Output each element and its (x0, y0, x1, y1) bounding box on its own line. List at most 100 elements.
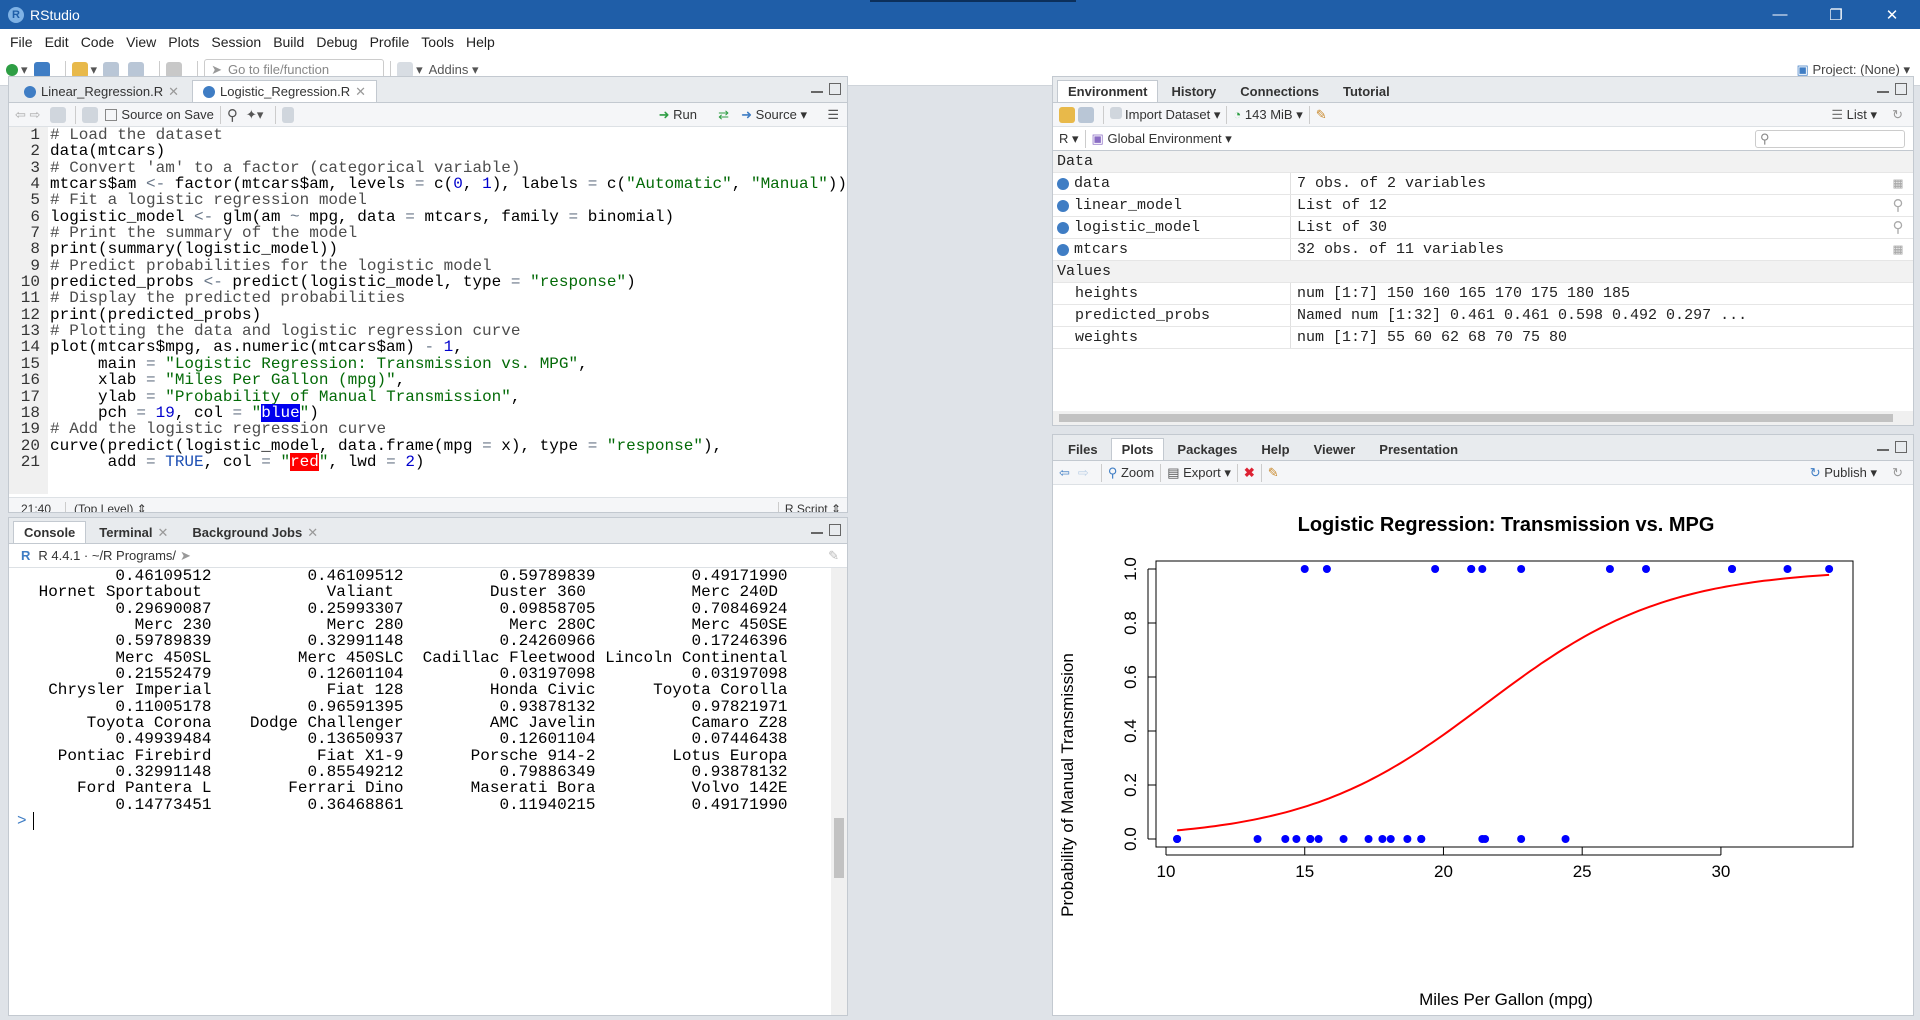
code-lines[interactable]: # Load the dataset data(mtcars) # Convert … (48, 127, 847, 494)
tab-linear-regression[interactable]: Linear_Regression.R ✕ (13, 80, 190, 102)
close-tab-icon[interactable]: ✕ (158, 525, 169, 541)
next-plot-icon[interactable]: ⇨ (1078, 465, 1089, 481)
tab-tutorial[interactable]: Tutorial (1332, 80, 1401, 102)
language-selector[interactable]: R ▾ (1059, 131, 1079, 147)
tab-presentation[interactable]: Presentation (1368, 438, 1469, 460)
expand-icon[interactable] (1057, 199, 1069, 212)
memory-usage-button[interactable]: ◔ 143 MiB ▾ (1233, 107, 1302, 123)
clear-console-icon[interactable]: ✎ (828, 548, 839, 564)
menu-help[interactable]: Help (460, 34, 501, 50)
scope-selector[interactable]: ▣ Global Environment ▾ (1092, 131, 1232, 147)
save-workspace-icon[interactable] (1078, 106, 1094, 123)
filetype-selector[interactable]: R Script ⇕ (777, 501, 841, 512)
console-prompt[interactable]: > (17, 812, 27, 830)
maximize-pane-button[interactable] (829, 83, 841, 95)
outline-icon[interactable]: ☰ (827, 107, 839, 123)
publish-button[interactable]: ↻ Publish ▾ (1810, 465, 1877, 481)
tab-history[interactable]: History (1160, 80, 1227, 102)
console-scrollbar[interactable] (831, 568, 847, 1015)
menu-debug[interactable]: Debug (310, 34, 363, 50)
scroll-thumb[interactable] (834, 818, 844, 878)
tab-viewer[interactable]: Viewer (1303, 438, 1367, 460)
zoom-button[interactable]: ⚲ Zoom (1108, 465, 1154, 481)
scope-selector[interactable]: (Top Level) ⇕ (65, 501, 147, 512)
remove-plot-icon[interactable]: ✖ (1244, 465, 1255, 481)
console-input-line[interactable]: > (17, 812, 829, 831)
notebook-icon[interactable] (282, 106, 295, 123)
broom-icon[interactable]: ✎ (1316, 107, 1327, 123)
code-line[interactable]: xlab = "Miles Per Gallon (mpg)", (50, 372, 847, 389)
environment-row[interactable]: data 7 obs. of 2 variables ▦ (1053, 173, 1913, 195)
code-line[interactable]: print(predicted_probs) (50, 306, 847, 323)
view-table-icon[interactable]: ▦ (1883, 174, 1913, 193)
view-mode-selector[interactable]: ☰ List ▾ (1831, 107, 1877, 123)
code-line[interactable]: plot(mtcars$mpg, as.numeric(mtcars$am) -… (50, 339, 847, 356)
environment-row[interactable]: linear_model List of 12 ⚲ (1053, 195, 1913, 217)
tab-packages[interactable]: Packages (1166, 438, 1248, 460)
menu-plots[interactable]: Plots (162, 34, 205, 50)
code-line[interactable]: data(mtcars) (50, 143, 847, 160)
source-button[interactable]: ➜ Source ▾ (741, 107, 807, 123)
environment-row[interactable]: heights num [1:7] 150 160 165 170 175 180… (1053, 283, 1913, 305)
tab-help[interactable]: Help (1250, 438, 1300, 460)
minimize-button[interactable]: — (1752, 0, 1808, 29)
code-line[interactable]: print(summary(logistic_model)) (50, 241, 847, 258)
code-line[interactable]: ylab = "Probability of Manual Transmissi… (50, 388, 847, 405)
save-icon[interactable] (82, 106, 99, 123)
run-button[interactable]: ➜ Run (659, 107, 697, 123)
menu-profile[interactable]: Profile (364, 34, 416, 50)
menu-build[interactable]: Build (267, 34, 310, 50)
go-to-directory-icon[interactable]: ➤ (180, 548, 191, 564)
tab-background-jobs[interactable]: Background Jobs ✕ (181, 521, 329, 543)
close-tab-icon[interactable]: ✕ (355, 84, 366, 100)
source-on-save-checkbox[interactable] (105, 108, 118, 121)
import-dataset-button[interactable]: Import Dataset ▾ (1110, 106, 1220, 123)
menu-edit[interactable]: Edit (39, 34, 75, 50)
menu-session[interactable]: Session (205, 34, 267, 50)
tab-console[interactable]: Console (13, 521, 87, 543)
menu-view[interactable]: View (120, 34, 162, 50)
tab-files[interactable]: Files (1057, 438, 1109, 460)
expand-icon[interactable] (1057, 221, 1069, 234)
environment-row[interactable]: logistic_model List of 30 ⚲ (1053, 217, 1913, 239)
horizontal-scrollbar[interactable] (1053, 411, 1913, 425)
environment-search-input[interactable]: ⚲ (1755, 129, 1905, 148)
code-line[interactable]: # Plotting the data and logistic regress… (50, 323, 847, 339)
minimize-pane-button[interactable] (811, 83, 823, 93)
minimize-pane-button[interactable] (1877, 83, 1889, 93)
menu-tools[interactable]: Tools (415, 34, 460, 50)
close-tab-icon[interactable]: ✕ (168, 84, 179, 100)
inspect-icon[interactable]: ⚲ (1883, 218, 1913, 237)
show-in-window-icon[interactable] (50, 106, 67, 123)
code-line[interactable]: # Load the dataset (50, 127, 847, 143)
code-line[interactable]: # Add the logistic regression curve (50, 421, 847, 437)
scroll-thumb[interactable] (1059, 414, 1893, 422)
code-line[interactable]: predicted_probs <- predict(logistic_mode… (50, 274, 847, 291)
code-line[interactable]: # Display the predicted probabilities (50, 290, 847, 306)
menu-file[interactable]: File (4, 34, 39, 50)
environment-row[interactable]: predicted_probs Named num [1:32] 0.461 0.… (1053, 305, 1913, 327)
export-button[interactable]: ▤ Export ▾ (1167, 465, 1231, 481)
maximize-pane-button[interactable] (1895, 83, 1907, 95)
load-workspace-icon[interactable] (1059, 106, 1075, 123)
view-table-icon[interactable]: ▦ (1883, 240, 1913, 259)
maximize-pane-button[interactable] (829, 524, 841, 536)
environment-row[interactable]: weights num [1:7] 55 60 62 68 70 75 80 (1053, 327, 1913, 349)
inspect-icon[interactable]: ⚲ (1883, 196, 1913, 215)
previous-plot-icon[interactable]: ⇦ (1059, 465, 1070, 481)
code-line[interactable]: mtcars$am <- factor(mtcars$am, levels = … (50, 176, 847, 193)
code-line[interactable]: curve(predict(logistic_model, data.frame… (50, 437, 847, 454)
search-icon[interactable]: ⚲ (227, 106, 238, 124)
menu-code[interactable]: Code (75, 34, 120, 50)
code-line[interactable]: main = "Logistic Regression: Transmissio… (50, 355, 847, 372)
back-forward-icon[interactable]: ⇦ ⇨ (15, 107, 40, 123)
tab-connections[interactable]: Connections (1229, 80, 1330, 102)
refresh-icon[interactable]: ↻ (1892, 465, 1903, 481)
code-editor[interactable]: 1 2 3 4 5 6 7 8 9 10 11 12 13 14 15 16 17 18 19 20 21 # Load… (9, 127, 847, 494)
code-line[interactable]: # Convert 'am' to a factor (categorical … (50, 160, 847, 176)
refresh-icon[interactable]: ↻ (1892, 107, 1903, 123)
code-line[interactable]: # Fit a logistic regression model (50, 192, 847, 208)
maximize-button[interactable]: ❐ (1808, 0, 1864, 29)
code-line[interactable]: pch = 19, col = "blue") (50, 403, 847, 422)
magic-wand-icon[interactable]: ✦▾ (246, 107, 263, 123)
